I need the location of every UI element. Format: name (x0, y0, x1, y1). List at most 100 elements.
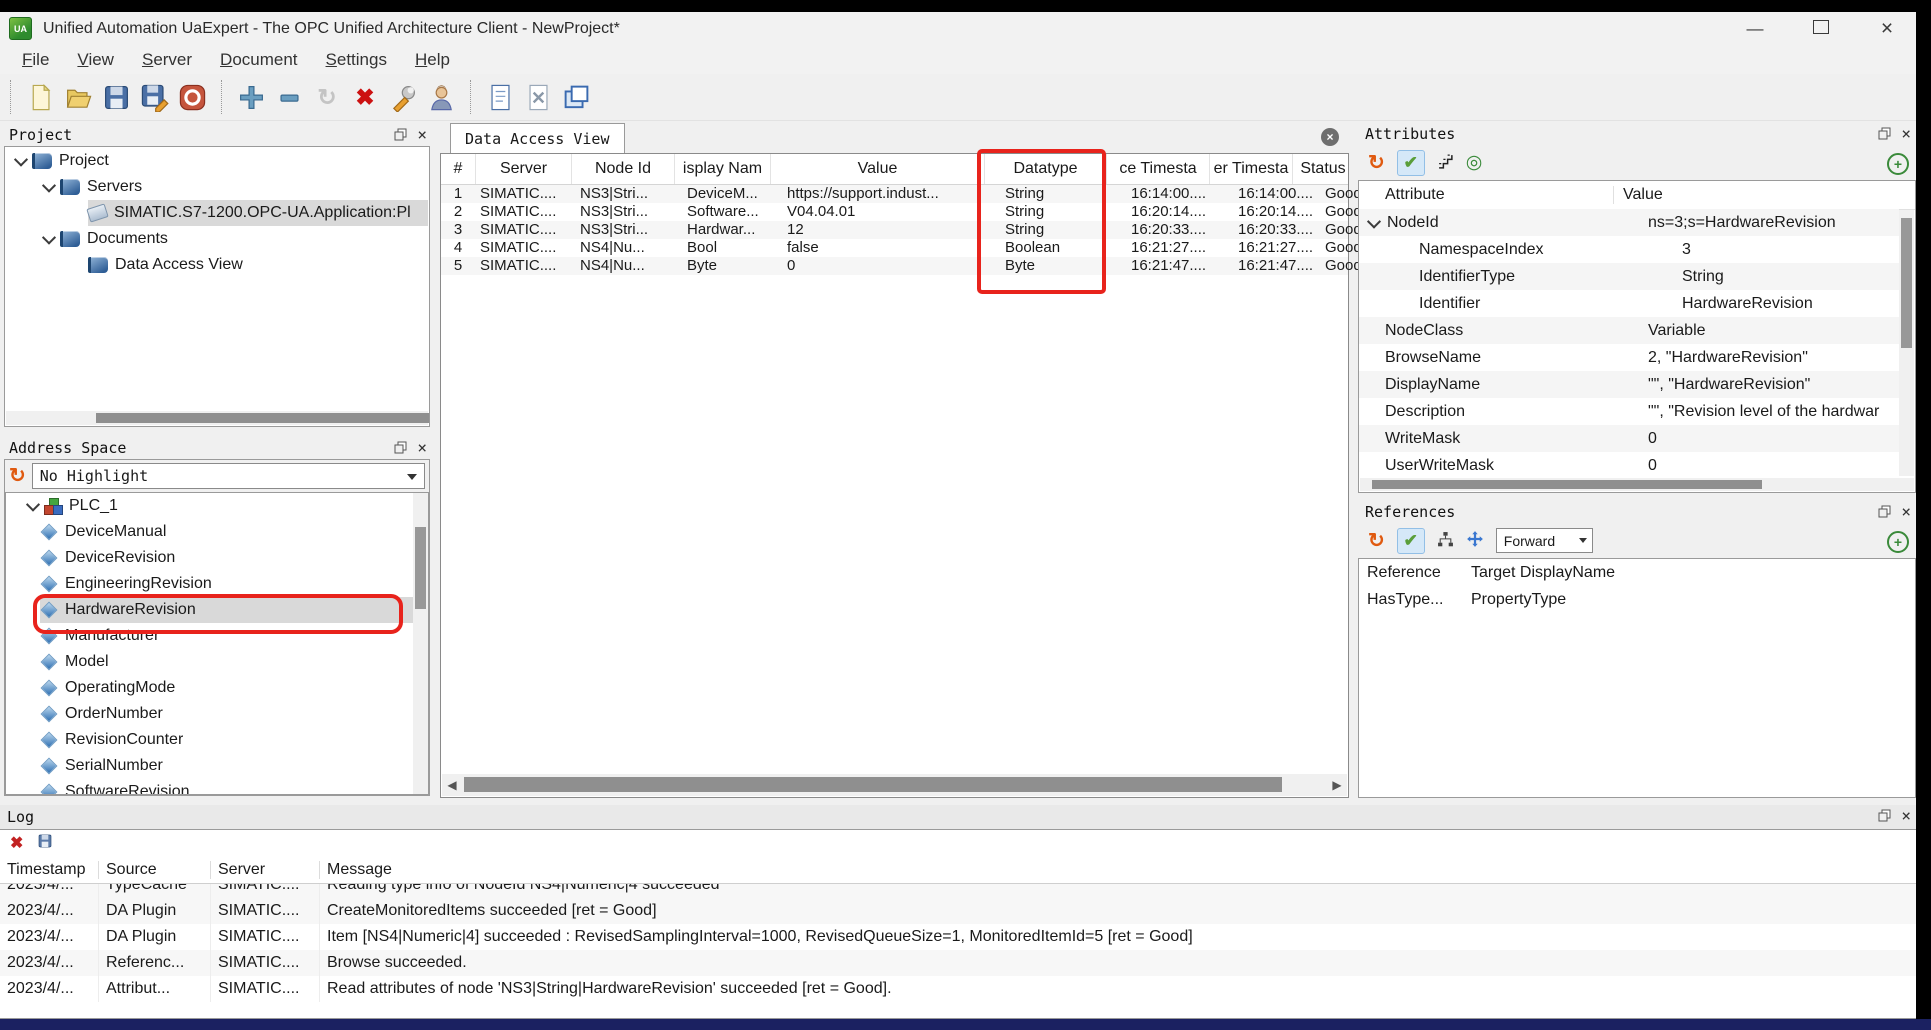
save-project-icon[interactable] (99, 80, 133, 114)
column-header[interactable]: ce Timesta (1107, 154, 1210, 184)
attributes-vscrollbar[interactable] (1899, 210, 1914, 476)
remove-server-icon[interactable] (272, 80, 306, 114)
chevron-down-icon[interactable] (41, 178, 57, 193)
maximize-button[interactable] (1810, 19, 1832, 39)
add-document-icon[interactable] (483, 80, 517, 114)
float-panel-icon[interactable] (1878, 505, 1891, 518)
chevron-down-icon[interactable] (41, 230, 57, 245)
scrollbar-thumb[interactable] (464, 777, 1282, 792)
close-panel-icon[interactable]: × (417, 440, 427, 456)
attribute-row[interactable]: NodeClass Variable (1359, 317, 1899, 344)
scroll-right-icon[interactable]: ▶ (1327, 774, 1347, 796)
float-panel-icon[interactable] (394, 441, 407, 454)
column-header[interactable]: er Timesta (1210, 154, 1293, 184)
attribute-row[interactable]: NamespaceIndex 3 (1359, 236, 1899, 263)
settings-wrench-icon[interactable] (386, 80, 420, 114)
project-tree-item[interactable]: Servers (6, 174, 428, 200)
close-view-icon[interactable]: × (1321, 128, 1339, 146)
close-panel-icon[interactable]: × (1901, 808, 1911, 824)
menu-item[interactable]: View (63, 47, 128, 73)
remove-document-icon[interactable]: ✖ (348, 80, 382, 114)
chevron-down-icon[interactable] (13, 152, 29, 167)
auto-update-check-icon[interactable]: ✔ (1396, 149, 1425, 176)
project-tree-item[interactable]: Project (6, 148, 428, 174)
column-header[interactable]: Target DisplayName (1463, 564, 1915, 582)
close-panel-icon[interactable]: × (1901, 126, 1911, 142)
dav-hscrollbar[interactable]: ◀ ▶ (442, 774, 1347, 796)
add-icon[interactable]: + (1887, 531, 1909, 553)
clear-log-icon[interactable]: ✖ (10, 835, 23, 852)
close-button[interactable]: × (1876, 17, 1898, 41)
refresh-icon[interactable]: ↻ (1368, 531, 1385, 551)
column-header[interactable]: Source (99, 861, 211, 879)
auto-update-check-icon[interactable]: ✔ (1396, 527, 1425, 554)
table-row[interactable]: 1 SIMATIC.... NS3|Stri... DeviceM... htt… (441, 185, 1362, 203)
address-tree-item[interactable]: SoftwareRevision (6, 779, 428, 794)
log-row[interactable]: 2023/4/... DA Plugin SIMATIC.... CreateM… (0, 898, 1916, 924)
attribute-row[interactable]: IdentifierType String (1359, 263, 1899, 290)
attribute-row[interactable]: NodeId ns=3;s=HardwareRevision (1359, 209, 1899, 236)
project-hscrollbar[interactable] (6, 411, 429, 425)
menu-item[interactable]: Server (128, 47, 206, 73)
attribute-row[interactable]: UserWriteMask 0 (1359, 452, 1899, 476)
menu-item[interactable]: Document (206, 47, 311, 73)
tab-data-access-view[interactable]: Data Access View (450, 123, 625, 153)
address-vscrollbar[interactable] (413, 493, 428, 794)
open-project-icon[interactable] (61, 80, 95, 114)
log-row-clipped[interactable]: 2023/4/... TypeCache SIMATIC.... Reading… (0, 884, 1916, 898)
log-row[interactable]: 2023/4/... DA Plugin SIMATIC.... Item [N… (0, 924, 1916, 950)
hierarchy-icon[interactable] (1437, 153, 1454, 173)
column-header[interactable]: Reference (1359, 564, 1463, 582)
chevron-down-icon[interactable] (1366, 214, 1382, 229)
add-icon[interactable]: + (1887, 153, 1909, 175)
column-header[interactable]: Server (476, 154, 572, 184)
save-as-icon[interactable] (137, 80, 171, 114)
table-row[interactable]: 5 SIMATIC.... NS4|Nu... Byte 0 Byte 16:2… (441, 257, 1362, 275)
column-header[interactable]: Node Id (572, 154, 675, 184)
log-row[interactable]: 2023/4/... Attribut... SIMATIC.... Read … (0, 976, 1916, 1002)
new-window-icon[interactable] (559, 80, 593, 114)
add-server-icon[interactable] (234, 80, 268, 114)
close-panel-icon[interactable]: × (417, 127, 427, 143)
float-panel-icon[interactable] (394, 128, 407, 141)
address-tree-item[interactable]: EngineeringRevision (6, 571, 428, 597)
column-header[interactable]: Attribute (1359, 186, 1613, 204)
attribute-row[interactable]: DisplayName "", "HardwareRevision" (1359, 371, 1899, 398)
scroll-left-icon[interactable]: ◀ (442, 774, 462, 796)
project-tree-item[interactable]: SIMATIC.S7-1200.OPC-UA.Application:Pl (6, 200, 428, 226)
address-tree-item[interactable]: HardwareRevision (6, 597, 428, 623)
address-tree-item[interactable]: Manufacturer (6, 623, 428, 649)
chevron-down-icon[interactable] (25, 497, 41, 512)
minimize-button[interactable]: — (1744, 19, 1766, 39)
scrollbar-thumb[interactable] (1372, 480, 1762, 489)
refresh-icon[interactable]: ↻ (1368, 153, 1385, 173)
menu-item[interactable]: Settings (312, 47, 401, 73)
float-panel-icon[interactable] (1878, 809, 1891, 822)
target-icon[interactable]: ◎ (1466, 153, 1483, 172)
address-tree-item[interactable]: OrderNumber (6, 701, 428, 727)
attribute-row[interactable]: WriteMask 0 (1359, 425, 1899, 452)
scrollbar-thumb[interactable] (415, 527, 426, 609)
column-header[interactable]: Server (211, 861, 320, 879)
scrollbar-thumb[interactable] (1901, 218, 1912, 348)
log-row[interactable]: 2023/4/... Referenc... SIMATIC.... Brows… (0, 950, 1916, 976)
reference-row[interactable]: HasType... PropertyType (1359, 587, 1915, 613)
address-tree-item[interactable]: Model (6, 649, 428, 675)
address-tree-item[interactable]: OperatingMode (6, 675, 428, 701)
table-row[interactable]: 4 SIMATIC.... NS4|Nu... Bool false Boole… (441, 239, 1362, 257)
scrollbar-thumb[interactable] (96, 413, 429, 423)
address-tree-item[interactable]: DeviceManual (6, 519, 428, 545)
remove-document-x-icon[interactable] (521, 80, 555, 114)
column-header[interactable]: Status (1293, 154, 1353, 184)
change-user-icon[interactable] (424, 80, 458, 114)
attribute-row[interactable]: Description "", "Revision level of the h… (1359, 398, 1899, 425)
address-tree-item[interactable]: DeviceRevision (6, 545, 428, 571)
attribute-row[interactable]: BrowseName 2, "HardwareRevision" (1359, 344, 1899, 371)
new-document-icon[interactable] (23, 80, 57, 114)
attribute-row[interactable]: Identifier HardwareRevision (1359, 290, 1899, 317)
column-header[interactable]: Message (320, 861, 1916, 879)
column-header[interactable]: Value (1613, 186, 1663, 204)
reconnect-server-icon[interactable]: ↻ (310, 80, 344, 114)
address-tree-item[interactable]: RevisionCounter (6, 727, 428, 753)
column-header[interactable]: Value (771, 154, 985, 184)
